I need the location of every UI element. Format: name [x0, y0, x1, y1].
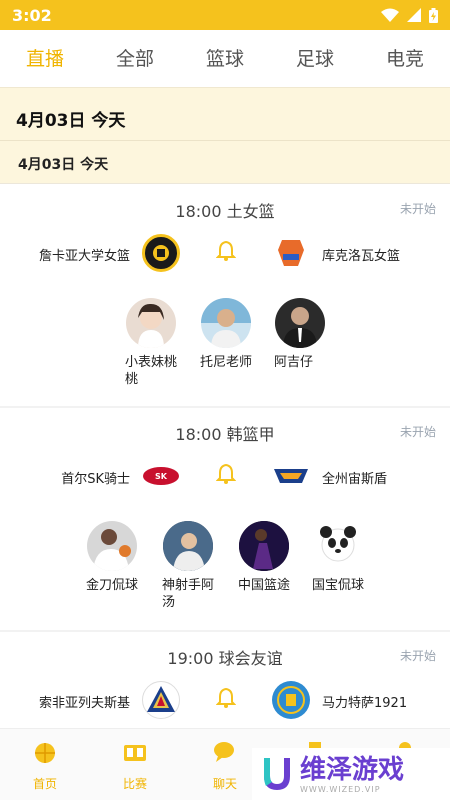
home-team-name: 索非亚列夫斯基 — [38, 696, 130, 711]
home-team-logo — [142, 681, 180, 719]
home-team-logo — [142, 234, 180, 272]
away-team-logo — [272, 457, 310, 495]
avatar — [201, 298, 251, 348]
wifi-icon — [381, 8, 399, 22]
anchor-name: 金刀侃球 — [86, 578, 139, 593]
date-divider — [0, 140, 450, 141]
avatar — [126, 298, 176, 348]
anchor-name: 阿吉仔 — [274, 355, 314, 370]
match-status: 未开始 — [399, 202, 436, 216]
bell-icon[interactable] — [216, 240, 236, 262]
svg-text:SK: SK — [155, 472, 168, 481]
date-header-sub: 4月03日 今天 — [18, 157, 109, 173]
anchor-item[interactable]: 金刀侃球 — [80, 521, 144, 594]
away-team-logo — [272, 681, 310, 719]
anchor-name: 中国篮途 — [238, 578, 291, 593]
home-team-name: 詹卡亚大学女篮 — [38, 249, 130, 264]
date-header: 4月03日 今天 4月03日 今天 — [0, 88, 450, 184]
match-card[interactable]: 19:00 球会友谊 未开始 索非亚列夫斯基 马力特萨1921 — [0, 633, 450, 728]
anchor-item[interactable]: 神射手阿汤 — [156, 521, 220, 611]
nav-matches[interactable]: 比赛 — [90, 729, 180, 800]
tab-esports[interactable]: 电竞 — [360, 30, 450, 87]
signal-icon — [407, 8, 421, 22]
match-time-league: 19:00 球会友谊 — [167, 649, 283, 668]
avatar — [87, 521, 137, 571]
avatar — [275, 298, 325, 348]
status-icons — [381, 7, 438, 23]
match-status: 未开始 — [399, 425, 436, 439]
battery-icon — [429, 7, 438, 23]
match-time-league: 18:00 韩篮甲 — [175, 425, 275, 444]
status-bar: 3:02 — [0, 0, 450, 30]
away-team-name: 马力特萨1921 — [322, 696, 408, 711]
away-team-name: 库克洛瓦女篮 — [322, 249, 401, 264]
nav-matches-label: 比赛 — [122, 777, 147, 791]
match-card[interactable]: 18:00 土女篮 未开始 詹卡亚大学女篮 库克洛瓦女篮 小表妹桃桃 托尼老师 … — [0, 186, 450, 406]
watermark-text: 维泽游戏 — [300, 754, 405, 785]
watermark-sub: WWW.WIZED.VIP — [300, 784, 381, 794]
date-header-title: 4月03日 今天 — [16, 111, 126, 131]
anchor-item[interactable]: 托尼老师 — [194, 298, 258, 371]
bell-icon[interactable] — [216, 687, 236, 709]
home-team-logo: SK — [142, 457, 180, 495]
scoreboard-icon — [124, 745, 146, 761]
anchor-name: 神射手阿汤 — [162, 578, 215, 610]
away-team-logo — [272, 234, 310, 272]
anchor-name: 国宝侃球 — [312, 578, 365, 593]
match-status: 未开始 — [399, 649, 436, 663]
home-team-name: 首尔SK骑士 — [61, 472, 130, 487]
match-divider — [0, 406, 450, 408]
tab-football[interactable]: 足球 — [270, 30, 360, 87]
avatar — [313, 521, 363, 571]
tab-basketball[interactable]: 篮球 — [180, 30, 270, 87]
avatar — [239, 521, 289, 571]
tab-live[interactable]: 直播 — [0, 30, 90, 87]
status-time: 3:02 — [12, 5, 52, 25]
match-divider — [0, 630, 450, 632]
nav-home[interactable]: 首页 — [0, 729, 90, 800]
match-time-league: 18:00 土女篮 — [175, 202, 275, 221]
bell-icon[interactable] — [216, 463, 236, 485]
watermark-u-icon — [264, 758, 290, 790]
match-card[interactable]: 18:00 韩篮甲 未开始 首尔SK骑士 SK 全州宙斯盾 金刀侃球 神射手阿汤… — [0, 409, 450, 629]
anchor-item[interactable]: 中国篮途 — [232, 521, 296, 594]
tab-all[interactable]: 全部 — [90, 30, 180, 87]
basketball-home-icon — [35, 743, 55, 763]
watermark-logo: 维泽游戏 WWW.WIZED.VIP — [252, 748, 450, 800]
avatar — [163, 521, 213, 571]
away-team-name: 全州宙斯盾 — [322, 472, 388, 487]
category-tabs: 直播 全部 篮球 足球 电竞 — [0, 30, 450, 88]
anchor-item[interactable]: 阿吉仔 — [268, 298, 332, 371]
anchor-item[interactable]: 国宝侃球 — [306, 521, 370, 594]
nav-home-label: 首页 — [32, 777, 57, 791]
anchor-name: 小表妹桃桃 — [125, 355, 178, 387]
chat-bubble-icon — [214, 742, 234, 762]
anchor-item[interactable]: 小表妹桃桃 — [119, 298, 183, 388]
anchor-name: 托尼老师 — [200, 355, 253, 370]
